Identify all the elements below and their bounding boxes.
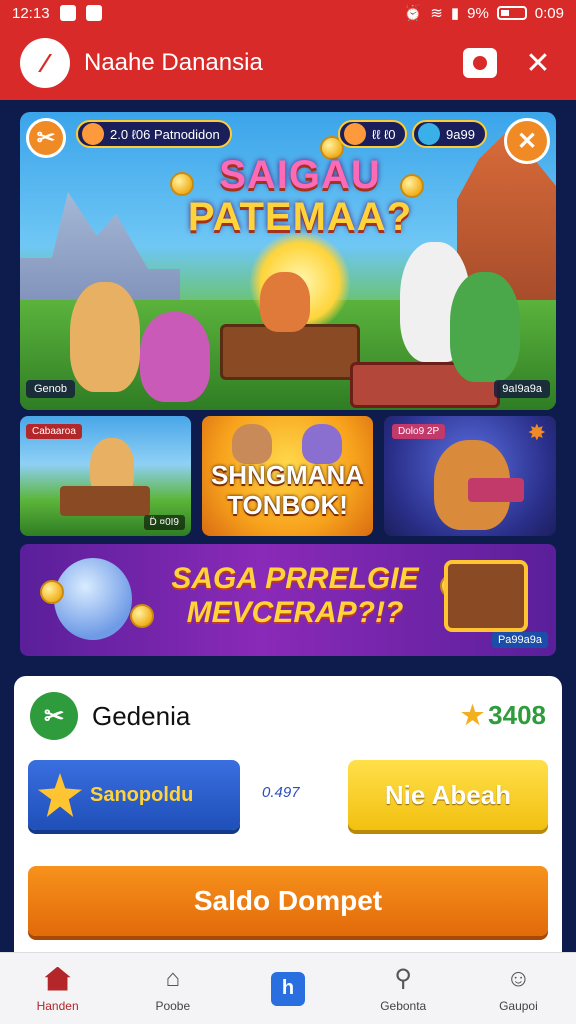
game-tile-2[interactable]: SHNGMANA TONBOK! [202, 416, 373, 536]
app-bar: ⁄ Naahe Danansia ✕ [0, 26, 576, 100]
status-bar: 12:13 ⏰ ≋ ▮ 9% 0:09 [0, 0, 576, 26]
battery-percent: 9% [467, 4, 489, 22]
character-1 [70, 282, 140, 392]
hero-tag-right: 9aI9a9a [494, 380, 550, 398]
promo-tag: Pa99a9a [491, 632, 548, 648]
card-header: ✂ Gedenia [30, 692, 190, 740]
star-icon: ✸ [527, 420, 546, 445]
star-icon: ★ [460, 700, 485, 730]
tile-footer: D̈ ¤0I9 [143, 515, 185, 530]
signal-icon: ▮ [450, 5, 460, 22]
nav-label: Gebonta [380, 998, 427, 1013]
battery-icon [496, 6, 527, 20]
tile-badge: Dolo9 2P [392, 424, 446, 439]
nav-label: Poobe [155, 998, 191, 1013]
coin-icon [40, 580, 64, 604]
hero-tag-left: Genob [26, 380, 76, 398]
search-icon: ⚲ [394, 965, 412, 992]
game-tile-1[interactable]: Cabaaroa D̈ ¤0I9 [20, 416, 191, 536]
app-logo-icon[interactable]: ⁄ [20, 38, 70, 88]
game-tile-3[interactable]: Dolo9 2P ✸ [384, 416, 556, 536]
app-center-icon: h [271, 971, 305, 1006]
character-icon [232, 424, 272, 464]
home-icon [44, 966, 71, 991]
hero-pill-right[interactable]: 9a99 [412, 120, 487, 148]
coin-icon [130, 604, 154, 628]
hero-title-line1: SAIGAU [219, 153, 381, 197]
tile-title: SHNGMANA TONBOK! [210, 460, 365, 520]
nav-label: Handen [36, 998, 79, 1013]
tile-badge: Cabaaroa [26, 424, 82, 439]
camera-icon [463, 48, 497, 78]
bottom-nav: Handen ⌂ Poobe h ⚲ Gebonta ☺ Gaupoi [0, 952, 576, 1024]
promo-title: SAGA PRRELGIE MEVCERAP?!? [171, 562, 419, 629]
camera-button[interactable] [462, 45, 498, 81]
hero-close-button[interactable]: ✕ [504, 118, 550, 164]
nav-label: Gaupoi [499, 998, 538, 1013]
character-5 [450, 272, 520, 382]
mascot-illustration [54, 558, 132, 640]
game-table-illustration [60, 486, 150, 516]
character-icon [302, 424, 342, 464]
hero-pill-mid[interactable]: ℓℓ ℓ0 [338, 120, 408, 148]
close-icon: ✕ [516, 127, 538, 155]
nav-item-gaupoi[interactable]: ☺ Gaupoi [461, 953, 576, 1024]
tools-button[interactable]: ✕ [520, 45, 556, 81]
wallet-card: ✂ Gedenia ★ 3408 Sanopoldu 0.497 Nie Abe… [14, 676, 562, 962]
tools-icon: ✂ [36, 125, 56, 150]
card-title: Gedenia [92, 700, 191, 731]
hero-pill-left[interactable]: 2.0 ℓ06 Patnodidon [76, 120, 232, 148]
tools-icon: ✂ [30, 692, 78, 740]
mid-value: 0.497 [262, 784, 300, 801]
status-clock-right: 0:09 [534, 4, 564, 22]
player-avatar-icon [82, 123, 104, 145]
character-2 [140, 312, 210, 402]
profile-icon: ☺ [506, 964, 531, 992]
card-score: ★ 3408 [460, 700, 546, 730]
star-icon [38, 773, 82, 817]
character-3 [260, 272, 310, 332]
nie-abeah-button[interactable]: Nie Abeah [348, 760, 548, 830]
app-notification-icon [85, 5, 102, 21]
notification-icon [59, 5, 76, 21]
hero-title: SAIGAU PATEMAA? [150, 154, 450, 238]
app-title: Naahe Danansia [84, 49, 263, 76]
sanopoldu-button[interactable]: Sanopoldu [28, 760, 240, 830]
game-table-illustration [220, 324, 360, 380]
home-outline-icon: ⌂ [165, 964, 181, 992]
hero-menu-button[interactable]: ✂ [26, 118, 66, 158]
promo-banner[interactable]: SAGA PRRELGIE MEVCERAP?!? Pa99a9a [20, 544, 556, 656]
coin-icon [418, 123, 440, 145]
sign-illustration [468, 478, 524, 502]
saldo-dompet-button[interactable]: Saldo Dompet [28, 866, 548, 936]
wifi-icon: ≋ [430, 5, 443, 22]
hero-title-line2: PATEMAA? [187, 195, 413, 239]
alarm-icon: ⏰ [403, 5, 423, 22]
player-avatar-icon [344, 123, 366, 145]
hero-banner[interactable]: SAIGAU PATEMAA? ✂ 2.0 ℓ06 Patnodidon ℓℓ … [20, 112, 556, 410]
status-time: 12:13 [12, 4, 50, 22]
nav-item-poobe[interactable]: ⌂ Poobe [115, 953, 230, 1024]
nav-item-gebonta[interactable]: ⚲ Gebonta [346, 953, 461, 1024]
nav-item-center[interactable]: h [230, 953, 345, 1024]
nav-item-handen[interactable]: Handen [0, 953, 115, 1024]
tools-icon: ✕ [525, 46, 551, 80]
treasure-chest-illustration [444, 560, 528, 632]
